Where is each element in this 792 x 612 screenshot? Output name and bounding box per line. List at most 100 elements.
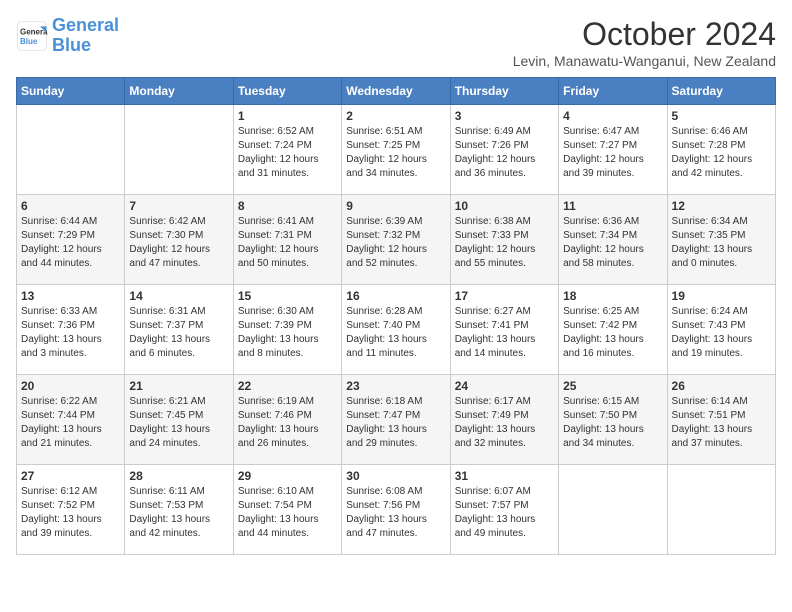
day-info: Sunrise: 6:30 AM Sunset: 7:39 PM Dayligh… [238, 305, 337, 361]
month-title: October 2024 [513, 16, 776, 53]
day-number: 1 [238, 109, 337, 123]
calendar-cell: 14 Sunrise: 6:31 AM Sunset: 7:37 PM Dayli… [125, 285, 233, 375]
day-info: Sunrise: 6:44 AM Sunset: 7:29 PM Dayligh… [21, 215, 120, 271]
svg-text:Blue: Blue [20, 37, 38, 46]
calendar-cell: 22 Sunrise: 6:19 AM Sunset: 7:46 PM Dayli… [233, 375, 341, 465]
day-info: Sunrise: 6:25 AM Sunset: 7:42 PM Dayligh… [563, 305, 662, 361]
day-number: 26 [672, 379, 771, 393]
day-info: Sunrise: 6:49 AM Sunset: 7:26 PM Dayligh… [455, 125, 554, 181]
header-cell-thursday: Thursday [450, 78, 558, 105]
day-number: 7 [129, 199, 228, 213]
calendar-week-4: 20Sunrise: 6:22 AM Sunset: 7:44 PM Dayli… [17, 375, 776, 465]
calendar-header-row: SundayMondayTuesdayWednesdayThursdayFrid… [17, 78, 776, 105]
calendar-cell: 2 Sunrise: 6:51 AM Sunset: 7:25 PM Daylig… [342, 105, 450, 195]
calendar-cell: 28 Sunrise: 6:11 AM Sunset: 7:53 PM Dayli… [125, 465, 233, 555]
day-info: Sunrise: 6:52 AM Sunset: 7:24 PM Dayligh… [238, 125, 337, 181]
header-cell-tuesday: Tuesday [233, 78, 341, 105]
day-info: Sunrise: 6:17 AM Sunset: 7:49 PM Dayligh… [455, 395, 554, 451]
calendar-cell: 25 Sunrise: 6:15 AM Sunset: 7:50 PM Dayli… [559, 375, 667, 465]
day-number: 18 [563, 289, 662, 303]
calendar-cell: 12 Sunrise: 6:34 AM Sunset: 7:35 PM Dayli… [667, 195, 775, 285]
day-number: 31 [455, 469, 554, 483]
calendar-cell: 10Sunrise: 6:38 AM Sunset: 7:33 PM Dayli… [450, 195, 558, 285]
day-info: Sunrise: 6:27 AM Sunset: 7:41 PM Dayligh… [455, 305, 554, 361]
day-number: 4 [563, 109, 662, 123]
calendar-cell: 24 Sunrise: 6:17 AM Sunset: 7:49 PM Dayli… [450, 375, 558, 465]
day-number: 21 [129, 379, 228, 393]
title-block: October 2024 Levin, Manawatu-Wanganui, N… [513, 16, 776, 69]
calendar-cell: 26Sunrise: 6:14 AM Sunset: 7:51 PM Dayli… [667, 375, 775, 465]
day-number: 6 [21, 199, 120, 213]
calendar-cell [125, 105, 233, 195]
calendar-cell: 1 Sunrise: 6:52 AM Sunset: 7:24 PM Daylig… [233, 105, 341, 195]
calendar-week-1: 1 Sunrise: 6:52 AM Sunset: 7:24 PM Daylig… [17, 105, 776, 195]
calendar-cell: 29 Sunrise: 6:10 AM Sunset: 7:54 PM Dayli… [233, 465, 341, 555]
day-number: 22 [238, 379, 337, 393]
calendar-cell [559, 465, 667, 555]
day-info: Sunrise: 6:51 AM Sunset: 7:25 PM Dayligh… [346, 125, 445, 181]
day-number: 13 [21, 289, 120, 303]
header-cell-sunday: Sunday [17, 78, 125, 105]
calendar-cell: 13 Sunrise: 6:33 AM Sunset: 7:36 PM Dayli… [17, 285, 125, 375]
day-info: Sunrise: 6:21 AM Sunset: 7:45 PM Dayligh… [129, 395, 228, 451]
day-number: 20 [21, 379, 120, 393]
logo-text: GeneralBlue [52, 16, 119, 56]
calendar-cell: 23 Sunrise: 6:18 AM Sunset: 7:47 PM Dayli… [342, 375, 450, 465]
calendar-cell: 17 Sunrise: 6:27 AM Sunset: 7:41 PM Dayli… [450, 285, 558, 375]
calendar-cell: 15Sunrise: 6:30 AM Sunset: 7:39 PM Dayli… [233, 285, 341, 375]
day-info: Sunrise: 6:41 AM Sunset: 7:31 PM Dayligh… [238, 215, 337, 271]
day-number: 17 [455, 289, 554, 303]
day-info: Sunrise: 6:11 AM Sunset: 7:53 PM Dayligh… [129, 485, 228, 541]
header-cell-friday: Friday [559, 78, 667, 105]
day-info: Sunrise: 6:42 AM Sunset: 7:30 PM Dayligh… [129, 215, 228, 271]
calendar-cell: 4 Sunrise: 6:47 AM Sunset: 7:27 PM Daylig… [559, 105, 667, 195]
calendar-cell: 18 Sunrise: 6:25 AM Sunset: 7:42 PM Dayli… [559, 285, 667, 375]
calendar-week-5: 27Sunrise: 6:12 AM Sunset: 7:52 PM Dayli… [17, 465, 776, 555]
day-number: 16 [346, 289, 445, 303]
calendar-table: SundayMondayTuesdayWednesdayThursdayFrid… [16, 77, 776, 555]
day-info: Sunrise: 6:08 AM Sunset: 7:56 PM Dayligh… [346, 485, 445, 541]
day-info: Sunrise: 6:33 AM Sunset: 7:36 PM Dayligh… [21, 305, 120, 361]
day-info: Sunrise: 6:31 AM Sunset: 7:37 PM Dayligh… [129, 305, 228, 361]
day-number: 9 [346, 199, 445, 213]
calendar-cell: 3Sunrise: 6:49 AM Sunset: 7:26 PM Daylig… [450, 105, 558, 195]
day-number: 12 [672, 199, 771, 213]
logo: General Blue GeneralBlue [16, 16, 119, 56]
day-number: 5 [672, 109, 771, 123]
day-info: Sunrise: 6:39 AM Sunset: 7:32 PM Dayligh… [346, 215, 445, 271]
day-info: Sunrise: 6:24 AM Sunset: 7:43 PM Dayligh… [672, 305, 771, 361]
calendar-week-3: 13 Sunrise: 6:33 AM Sunset: 7:36 PM Dayli… [17, 285, 776, 375]
calendar-cell: 11Sunrise: 6:36 AM Sunset: 7:34 PM Dayli… [559, 195, 667, 285]
day-info: Sunrise: 6:18 AM Sunset: 7:47 PM Dayligh… [346, 395, 445, 451]
calendar-cell: 21 Sunrise: 6:21 AM Sunset: 7:45 PM Dayli… [125, 375, 233, 465]
day-info: Sunrise: 6:38 AM Sunset: 7:33 PM Dayligh… [455, 215, 554, 271]
day-number: 28 [129, 469, 228, 483]
day-info: Sunrise: 6:46 AM Sunset: 7:28 PM Dayligh… [672, 125, 771, 181]
day-info: Sunrise: 6:36 AM Sunset: 7:34 PM Dayligh… [563, 215, 662, 271]
calendar-cell [667, 465, 775, 555]
day-number: 19 [672, 289, 771, 303]
day-info: Sunrise: 6:10 AM Sunset: 7:54 PM Dayligh… [238, 485, 337, 541]
day-number: 25 [563, 379, 662, 393]
day-info: Sunrise: 6:19 AM Sunset: 7:46 PM Dayligh… [238, 395, 337, 451]
day-info: Sunrise: 6:47 AM Sunset: 7:27 PM Dayligh… [563, 125, 662, 181]
calendar-cell: 30Sunrise: 6:08 AM Sunset: 7:56 PM Dayli… [342, 465, 450, 555]
page-header: General Blue GeneralBlue October 2024 Le… [16, 16, 776, 69]
day-number: 29 [238, 469, 337, 483]
day-number: 2 [346, 109, 445, 123]
header-cell-monday: Monday [125, 78, 233, 105]
day-info: Sunrise: 6:12 AM Sunset: 7:52 PM Dayligh… [21, 485, 120, 541]
day-number: 24 [455, 379, 554, 393]
calendar-cell: 27Sunrise: 6:12 AM Sunset: 7:52 PM Dayli… [17, 465, 125, 555]
calendar-cell: 19 Sunrise: 6:24 AM Sunset: 7:43 PM Dayli… [667, 285, 775, 375]
calendar-cell: 9 Sunrise: 6:39 AM Sunset: 7:32 PM Daylig… [342, 195, 450, 285]
header-cell-wednesday: Wednesday [342, 78, 450, 105]
calendar-cell: 20Sunrise: 6:22 AM Sunset: 7:44 PM Dayli… [17, 375, 125, 465]
day-number: 23 [346, 379, 445, 393]
day-info: Sunrise: 6:07 AM Sunset: 7:57 PM Dayligh… [455, 485, 554, 541]
day-info: Sunrise: 6:15 AM Sunset: 7:50 PM Dayligh… [563, 395, 662, 451]
calendar-cell: 6 Sunrise: 6:44 AM Sunset: 7:29 PM Daylig… [17, 195, 125, 285]
calendar-week-2: 6 Sunrise: 6:44 AM Sunset: 7:29 PM Daylig… [17, 195, 776, 285]
day-info: Sunrise: 6:34 AM Sunset: 7:35 PM Dayligh… [672, 215, 771, 271]
day-number: 14 [129, 289, 228, 303]
